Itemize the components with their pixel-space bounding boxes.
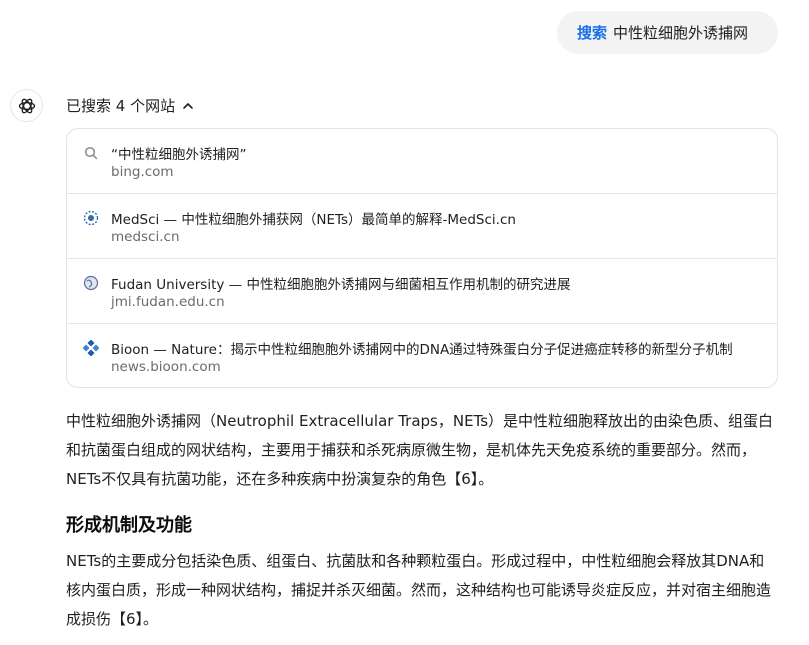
- source-title: MedSci — 中性粒细胞外捕获网（NETs）最简单的解释-MedSci.cn: [111, 212, 516, 228]
- searched-sites-label: 已搜索 4 个网站: [66, 97, 176, 115]
- source-domain: jmi.fudan.edu.cn: [111, 294, 225, 310]
- chevron-up-icon: [183, 102, 193, 109]
- section-body-paragraph: NETs的主要成分包括染色质、组蛋白、抗菌肽和各种颗粒蛋白。形成过程中，中性粒细…: [66, 552, 772, 628]
- answer-intro-paragraph: 中性粒细胞外诱捕网（Neutrophil Extracellular Traps…: [66, 412, 774, 488]
- section-heading: 形成机制及功能: [66, 515, 192, 536]
- medsci-favicon-icon: [83, 210, 99, 226]
- source-domain: bing.com: [111, 164, 174, 180]
- bioon-favicon-icon: [83, 340, 99, 356]
- source-title: Fudan University — 中性粒细胞胞外诱捕网与细菌相互作用机制的研…: [111, 277, 571, 293]
- source-item[interactable]: MedSci — 中性粒细胞外捕获网（NETs）最简单的解释-MedSci.cn…: [67, 194, 777, 259]
- assistant-logo-icon: [18, 98, 35, 113]
- sources-list: “中性粒细胞外诱捕网” bing.com MedSci — 中性粒细胞外捕获网（…: [66, 128, 778, 388]
- globe-icon: [83, 275, 99, 291]
- source-title: “中性粒细胞外诱捕网”: [111, 147, 247, 163]
- assistant-avatar: [10, 89, 43, 122]
- searched-sites-toggle[interactable]: 已搜索 4 个网站: [66, 95, 195, 116]
- user-query-text: 中性粒细胞外诱捕网: [613, 24, 749, 42]
- source-item[interactable]: Fudan University — 中性粒细胞胞外诱捕网与细菌相互作用机制的研…: [67, 259, 777, 324]
- user-message-bubble: 搜索 中性粒细胞外诱捕网: [557, 11, 778, 54]
- source-item[interactable]: “中性粒细胞外诱捕网” bing.com: [67, 129, 777, 194]
- source-domain: medsci.cn: [111, 229, 180, 245]
- search-keyword: 搜索: [577, 24, 608, 42]
- search-icon: [83, 145, 99, 161]
- source-domain: news.bioon.com: [111, 359, 221, 375]
- source-title: Bioon — Nature：揭示中性粒细胞胞外诱捕网中的DNA通过特殊蛋白分子…: [111, 342, 733, 358]
- source-item[interactable]: Bioon — Nature：揭示中性粒细胞胞外诱捕网中的DNA通过特殊蛋白分子…: [67, 324, 777, 387]
